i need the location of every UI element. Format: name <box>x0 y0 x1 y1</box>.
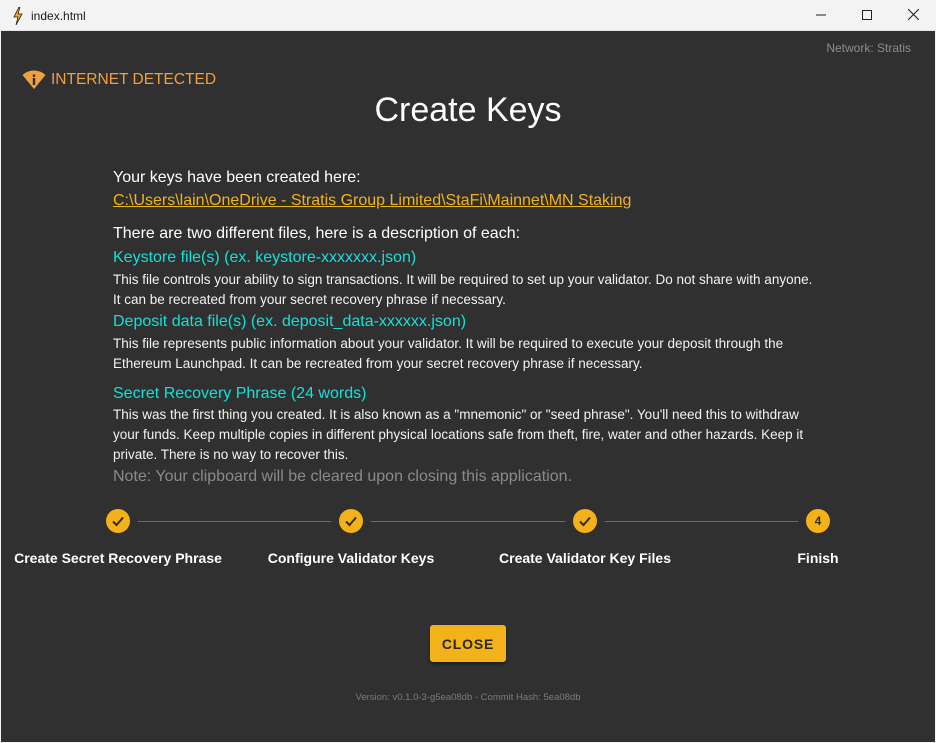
step-2-check-icon <box>339 509 363 533</box>
minimize-icon <box>816 7 826 25</box>
internet-warning-label: INTERNET DETECTED <box>51 71 217 88</box>
step-label-configure-keys: Configure Validator Keys <box>267 550 435 566</box>
close-button[interactable]: CLOSE <box>430 625 506 662</box>
maximize-button[interactable] <box>844 0 890 31</box>
step-connector <box>605 521 798 522</box>
step-label-finish: Finish <box>797 550 839 566</box>
step-4-number: 4 <box>806 509 830 533</box>
close-window-button[interactable] <box>890 0 936 31</box>
minimize-button[interactable] <box>798 0 844 31</box>
step-1-check-icon <box>106 509 130 533</box>
maximize-icon <box>862 7 872 25</box>
keys-created-label: Your keys have been created here: <box>113 169 361 186</box>
srp-description: This was the first thing you created. It… <box>113 407 804 462</box>
step-label-create-key-files: Create Validator Key Files <box>499 550 671 566</box>
page-title: Create Keys <box>374 91 562 129</box>
wifi-warning-icon <box>22 70 46 89</box>
clipboard-note: Note: Your clipboard will be cleared upo… <box>113 468 572 485</box>
step-connector <box>138 521 331 522</box>
deposit-description: This file represents public information … <box>113 336 784 371</box>
keystore-title: Keystore file(s) (ex. keystore-xxxxxxx.j… <box>113 249 417 266</box>
keys-path-link[interactable]: C:\Users\lain\OneDrive - Stratis Group L… <box>113 190 823 212</box>
network-label: Network: Stratis <box>826 41 911 55</box>
keystore-description: This file controls your ability to sign … <box>113 272 813 307</box>
deposit-title: Deposit data file(s) (ex. deposit_data-x… <box>113 313 467 330</box>
progress-stepper: 4 Create Secret Recovery Phrase Configur… <box>1 509 935 569</box>
srp-title: Secret Recovery Phrase (24 words) <box>113 385 367 402</box>
step-label-create-srp: Create Secret Recovery Phrase <box>14 550 222 566</box>
window-titlebar: index.html <box>0 0 936 31</box>
files-intro: There are two different files, here is a… <box>113 225 521 242</box>
close-icon <box>907 7 919 25</box>
window-title: index.html <box>31 9 86 23</box>
step-connector <box>371 521 565 522</box>
version-info: Version: v0.1.0-3-g5ea08db - Commit Hash… <box>355 692 581 703</box>
internet-warning: INTERNET DETECTED <box>22 70 216 90</box>
lightning-bolt-icon <box>11 6 25 26</box>
app-window: Network: Stratis INTERNET DETECTED Creat… <box>1 31 935 742</box>
keys-info: Your keys have been created here: C:\Use… <box>113 167 823 488</box>
step-3-check-icon <box>573 509 597 533</box>
